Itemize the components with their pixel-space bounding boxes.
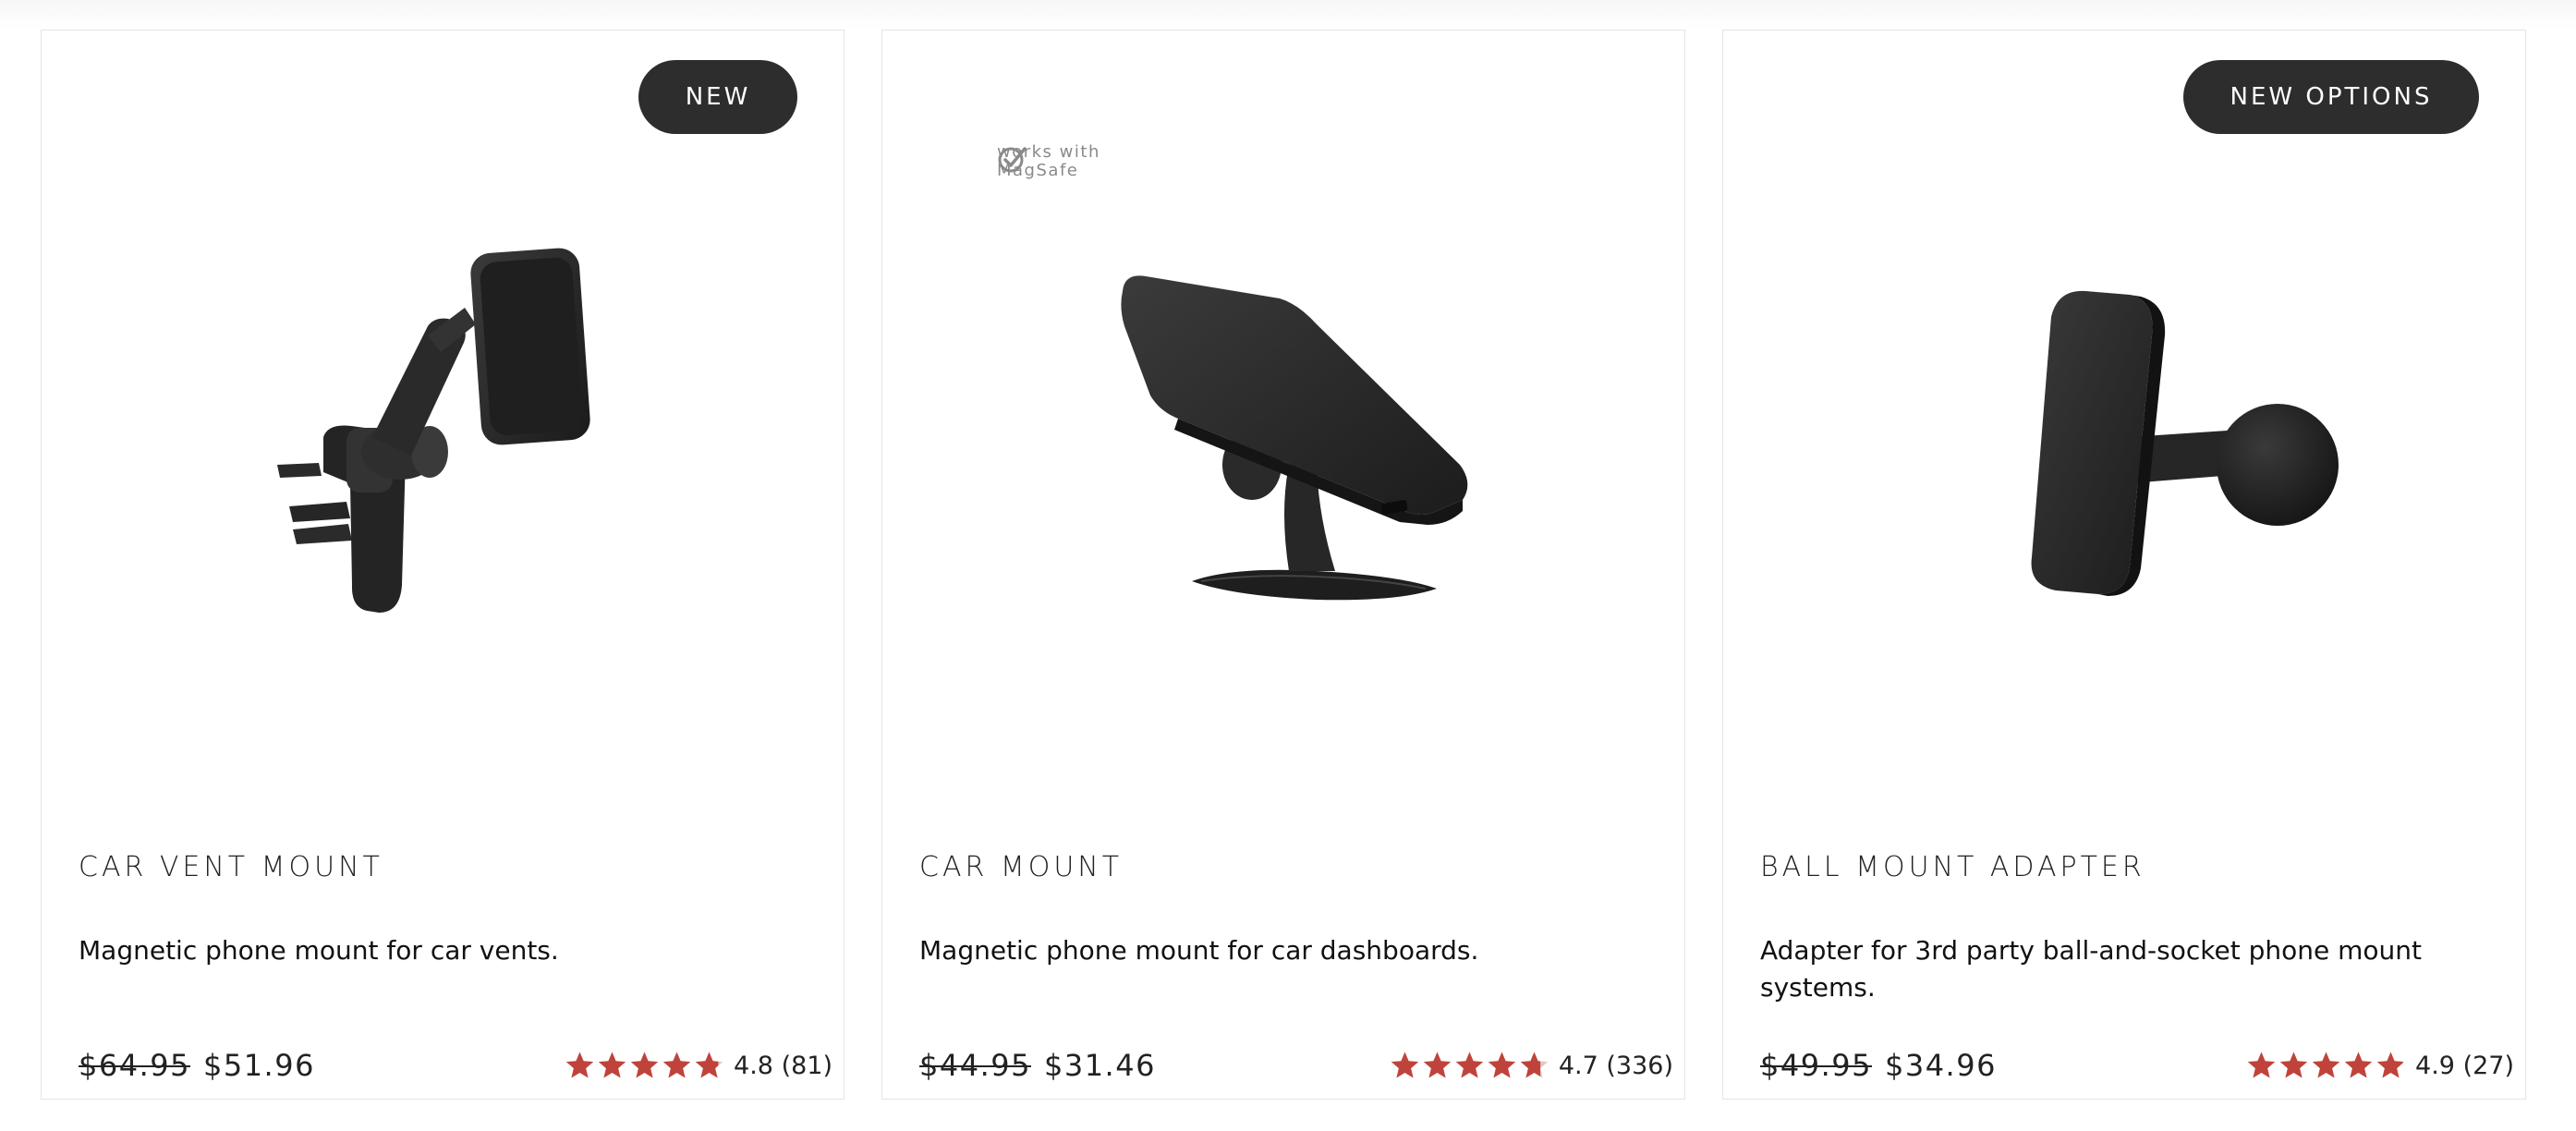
product-title[interactable]: BALL MOUNT ADAPTER <box>1760 851 2145 883</box>
rating-text: 4.7 (336) <box>1558 1051 1673 1080</box>
star-icon <box>565 1052 594 1077</box>
star-icon <box>2247 1052 2276 1077</box>
star-rating <box>2246 1051 2406 1081</box>
rating[interactable]: 4.9 (27) <box>2246 1051 2514 1081</box>
price-group: $44.95 $31.46 <box>919 1048 1156 1083</box>
sale-price: $31.46 <box>1043 1048 1156 1083</box>
page-top-strip <box>0 0 2576 30</box>
product-image[interactable]: NEW OPTIONS <box>1723 30 2525 788</box>
product-image[interactable]: works with MagSafe <box>882 30 1684 788</box>
star-icon <box>598 1052 626 1077</box>
product-description: Magnetic phone mount for car dashboards. <box>919 935 1479 966</box>
price-group: $64.95 $51.96 <box>79 1048 315 1083</box>
check-circle-icon <box>998 147 1027 173</box>
product-grid: NEW CAR VENT MOUNT Magnetic phone mount … <box>41 30 2526 1101</box>
star-icon <box>662 1052 691 1077</box>
product-card-car-mount[interactable]: works with MagSafe CAR MOUNT Magnetic ph… <box>881 30 1685 1100</box>
star-icon <box>1520 1052 1549 1077</box>
rating[interactable]: 4.7 (336) <box>1390 1051 1673 1081</box>
rating[interactable]: 4.8 (81) <box>565 1051 832 1081</box>
magsafe-badge: works with MagSafe <box>997 143 1100 180</box>
product-title[interactable]: CAR MOUNT <box>919 851 1123 883</box>
sale-price: $51.96 <box>202 1048 315 1083</box>
star-icon <box>1455 1052 1484 1077</box>
ball-mount-adapter-icon <box>2031 290 2339 596</box>
star-icon <box>2376 1052 2405 1077</box>
sale-price: $34.96 <box>1884 1048 1997 1083</box>
new-options-badge: NEW OPTIONS <box>2183 60 2479 134</box>
star-icon <box>2312 1052 2340 1077</box>
rating-text: 4.9 (27) <box>2415 1051 2514 1080</box>
price-rating-row: $64.95 $51.96 4.8 (81) <box>79 1043 832 1088</box>
original-price: $49.95 <box>1760 1048 1872 1083</box>
price-rating-row: $49.95 $34.96 4.9 (27) <box>1760 1043 2514 1088</box>
star-icon <box>2344 1052 2373 1077</box>
star-icon <box>2279 1052 2308 1077</box>
product-image[interactable]: NEW <box>42 30 844 788</box>
product-title[interactable]: CAR VENT MOUNT <box>79 851 383 883</box>
star-icon <box>1423 1052 1452 1077</box>
star-icon <box>1488 1052 1516 1077</box>
product-card-ball-mount-adapter[interactable]: NEW OPTIONS BALL MOUNT ADAPTER Adapter f… <box>1722 30 2526 1100</box>
rating-text: 4.8 (81) <box>734 1051 832 1080</box>
star-icon <box>1391 1052 1419 1077</box>
original-price: $64.95 <box>79 1048 190 1083</box>
star-rating <box>565 1051 724 1081</box>
original-price: $44.95 <box>919 1048 1031 1083</box>
new-badge: NEW <box>638 60 797 134</box>
price-group: $49.95 $34.96 <box>1760 1048 1997 1083</box>
price-rating-row: $44.95 $31.46 4.7 (336) <box>919 1043 1673 1088</box>
star-icon <box>630 1052 659 1077</box>
product-card-car-vent-mount[interactable]: NEW CAR VENT MOUNT Magnetic phone mount … <box>41 30 844 1100</box>
star-icon <box>695 1052 723 1077</box>
product-description: Adapter for 3rd party ball-and-socket ph… <box>1760 935 2422 1003</box>
star-rating <box>1390 1051 1549 1081</box>
product-description: Magnetic phone mount for car vents. <box>79 935 559 966</box>
car-vent-mount-icon <box>277 248 590 613</box>
